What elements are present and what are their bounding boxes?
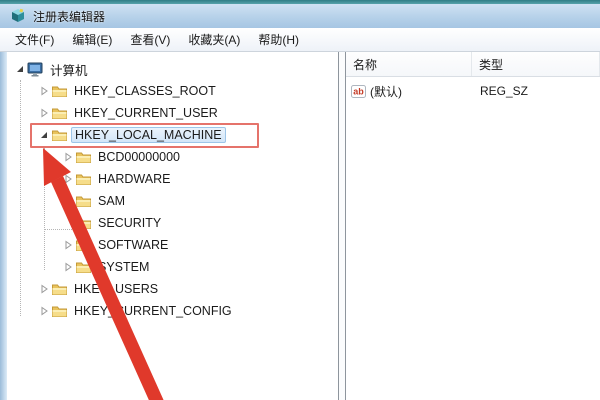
column-header-name[interactable]: 名称 [346, 52, 472, 76]
tree-item-label: 计算机 [47, 59, 91, 80]
value-name: (默认) [370, 83, 402, 100]
expander-spacer [61, 195, 74, 208]
collapsed-triangle-icon[interactable] [61, 239, 74, 252]
menu-item-help[interactable]: 帮助(H) [249, 28, 308, 51]
tree-item-label: HKEY_CURRENT_CONFIG [71, 303, 235, 319]
value-list-header: 名称类型 [346, 52, 600, 77]
tree-item-sam[interactable]: SAM [7, 190, 338, 212]
expanded-triangle-icon[interactable] [37, 129, 50, 142]
window-title: 注册表编辑器 [33, 8, 105, 25]
folder-icon [50, 303, 68, 319]
tree-item-software[interactable]: SOFTWARE [7, 234, 338, 256]
tree-item-hkey-current-config[interactable]: HKEY_CURRENT_CONFIG [7, 300, 338, 322]
tree-item-system[interactable]: SYSTEM [7, 256, 338, 278]
tree-item-label: HKEY_LOCAL_MACHINE [71, 127, 226, 143]
value-list-panel: 名称类型 ab (默认) REG_SZ [345, 52, 600, 400]
collapsed-triangle-icon[interactable] [61, 151, 74, 164]
menu-item-favorites[interactable]: 收藏夹(A) [179, 28, 249, 51]
tree-item-hkey-classes-root[interactable]: HKEY_CLASSES_ROOT [7, 80, 338, 102]
column-header-type[interactable]: 类型 [472, 52, 600, 76]
collapsed-triangle-icon[interactable] [37, 283, 50, 296]
tree-item-label: BCD00000000 [95, 149, 183, 165]
folder-icon [74, 259, 92, 275]
tree-item-bcd00000000[interactable]: BCD00000000 [7, 146, 338, 168]
tree-item-label: HARDWARE [95, 171, 173, 187]
tree-item-label: SECURITY [95, 215, 164, 231]
menu-item-file[interactable]: 文件(F) [6, 28, 63, 51]
tree-item-security[interactable]: SECURITY [7, 212, 338, 234]
registry-tree-panel: 计算机 HKEY_CLASSES_ROOT HKEY_CURRENT_USER HKE… [7, 52, 339, 400]
reg-sz-string-icon: ab [351, 85, 366, 98]
menu-item-edit[interactable]: 编辑(E) [63, 28, 121, 51]
tree-item-label: HKEY_USERS [71, 281, 161, 297]
expander-spacer [61, 217, 74, 230]
registry-editor-icon [10, 8, 26, 24]
tree-item-hkey-users[interactable]: HKEY_USERS [7, 278, 338, 300]
tree-item-label: HKEY_CLASSES_ROOT [71, 83, 219, 99]
computer-icon [26, 61, 44, 77]
tree-item-computer[interactable]: 计算机 [7, 58, 338, 80]
folder-icon [74, 237, 92, 253]
svg-text:ab: ab [353, 86, 364, 96]
folder-icon [50, 281, 68, 297]
collapsed-triangle-icon[interactable] [61, 173, 74, 186]
tree-item-label: HKEY_CURRENT_USER [71, 105, 221, 121]
folder-icon [50, 127, 68, 143]
title-bar: 注册表编辑器 [0, 4, 600, 28]
tree-item-label: SAM [95, 193, 128, 209]
folder-icon [74, 149, 92, 165]
folder-icon [74, 215, 92, 231]
value-row[interactable]: ab (默认) REG_SZ [346, 80, 600, 102]
folder-icon [74, 171, 92, 187]
window-frame-left [0, 52, 7, 400]
tree-item-label: SOFTWARE [95, 237, 171, 253]
collapsed-triangle-icon[interactable] [37, 107, 50, 120]
folder-icon [50, 83, 68, 99]
folder-icon [50, 105, 68, 121]
collapsed-triangle-icon[interactable] [61, 261, 74, 274]
value-type: REG_SZ [472, 84, 600, 98]
collapsed-triangle-icon[interactable] [37, 85, 50, 98]
folder-icon [74, 193, 92, 209]
tree-item-label: SYSTEM [95, 259, 152, 275]
menu-item-view[interactable]: 查看(V) [121, 28, 179, 51]
collapsed-triangle-icon[interactable] [37, 305, 50, 318]
expanded-triangle-icon[interactable] [13, 63, 26, 76]
tree-item-hardware[interactable]: HARDWARE [7, 168, 338, 190]
tree-item-hkey-local-machine[interactable]: HKEY_LOCAL_MACHINE [7, 124, 338, 146]
menu-bar: 文件(F)编辑(E)查看(V)收藏夹(A)帮助(H) [0, 28, 600, 52]
tree-item-hkey-current-user[interactable]: HKEY_CURRENT_USER [7, 102, 338, 124]
